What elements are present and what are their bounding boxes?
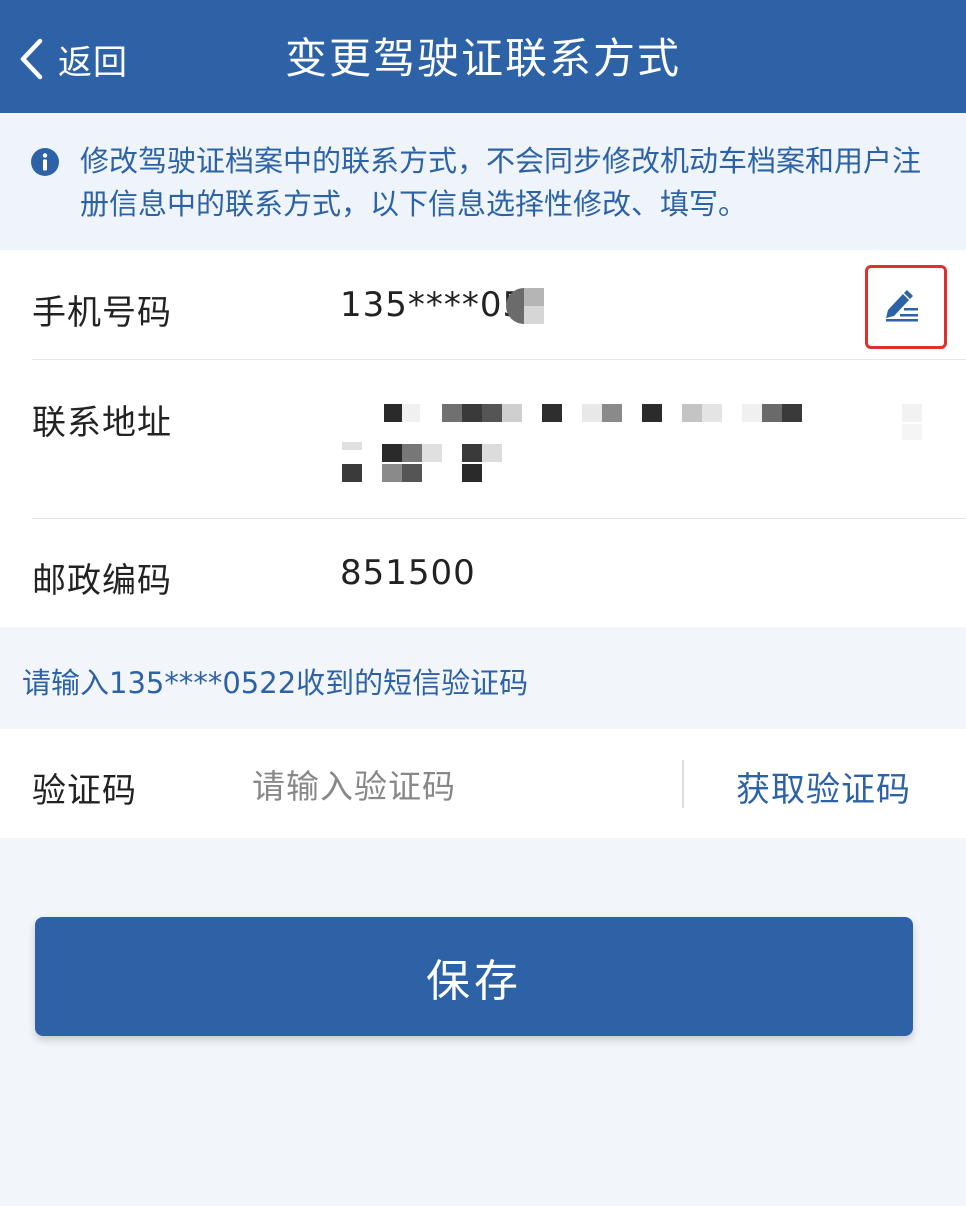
divider (32, 359, 966, 360)
phone-mask-pixel (524, 288, 544, 306)
notice-text: 修改驾驶证档案中的联系方式，不会同步修改机动车档案和用户注册信息中的联系方式，以… (80, 144, 922, 221)
verification-code-input[interactable] (250, 760, 654, 812)
save-button[interactable]: 保存 (35, 917, 913, 1036)
divider (32, 518, 966, 519)
postal-value: 851500 (340, 553, 476, 593)
address-label: 联系地址 (32, 403, 172, 443)
page-title: 变更驾驶证联系方式 (284, 34, 681, 83)
sms-hint: 请输入135****0522收到的短信验证码 (22, 666, 529, 700)
postal-label: 邮政编码 (32, 561, 172, 601)
info-circle-icon (31, 148, 59, 176)
code-label: 验证码 (32, 771, 137, 811)
phone-value: 135****05 (340, 285, 526, 325)
edit-highlight-box (865, 265, 947, 349)
vertical-separator (682, 760, 684, 808)
phone-label: 手机号码 (32, 293, 172, 333)
phone-mask-pixel (524, 306, 544, 324)
nav-bar: 返回 变更驾驶证联系方式 (0, 0, 966, 113)
get-code-button[interactable]: 获取验证码 (736, 762, 911, 811)
